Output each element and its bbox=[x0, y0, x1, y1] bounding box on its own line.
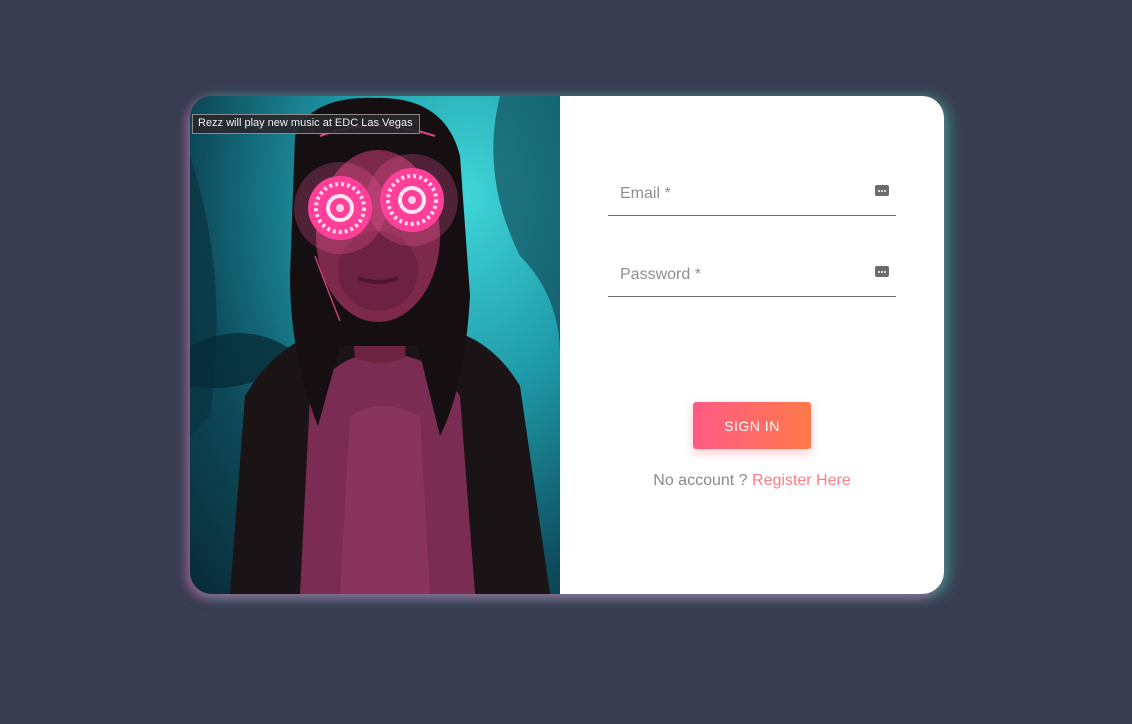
password-manager-key-icon[interactable] bbox=[875, 185, 889, 196]
no-account-text: No account ? bbox=[653, 472, 748, 489]
image-caption: Rezz will play new music at EDC Las Vega… bbox=[192, 114, 420, 134]
rezz-portrait-image bbox=[190, 96, 560, 594]
register-link[interactable]: Register Here bbox=[752, 472, 851, 489]
login-card: Rezz will play new music at EDC Las Vega… bbox=[190, 96, 944, 594]
password-manager-key-icon[interactable] bbox=[875, 266, 889, 277]
register-prompt: No account ? Register Here bbox=[560, 472, 944, 490]
sign-in-button[interactable]: SIGN IN bbox=[693, 402, 811, 449]
email-label: Email * bbox=[620, 185, 671, 202]
email-field[interactable]: Email * bbox=[608, 175, 896, 216]
password-field[interactable]: Password * bbox=[608, 256, 896, 297]
password-label: Password * bbox=[620, 266, 701, 283]
hero-photo: Rezz will play new music at EDC Las Vega… bbox=[190, 96, 560, 594]
login-form: Email * Password * SIGN IN No account ? … bbox=[560, 96, 944, 594]
